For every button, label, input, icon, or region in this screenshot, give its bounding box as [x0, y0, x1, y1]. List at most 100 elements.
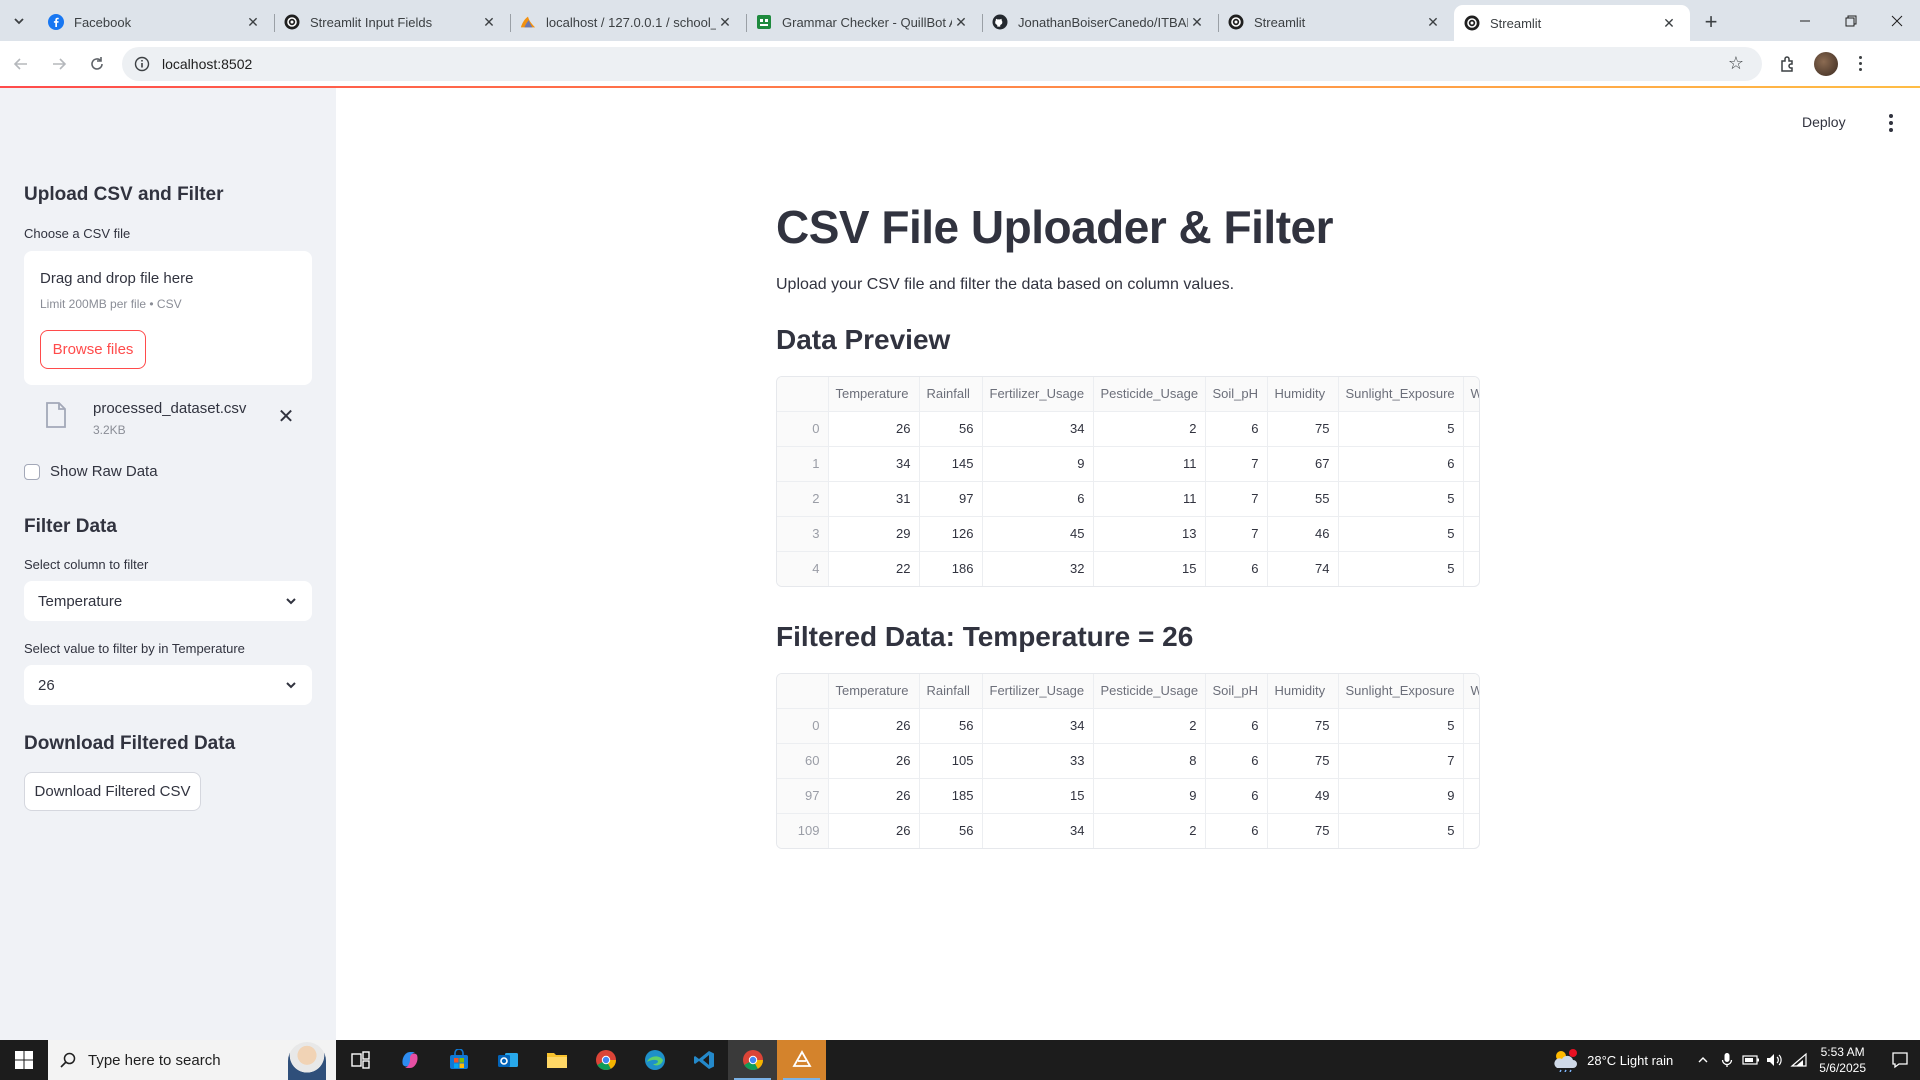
table-cell[interactable]: 26	[828, 813, 920, 848]
table-cell[interactable]: 34	[982, 411, 1094, 447]
table-cell[interactable]: 6	[982, 481, 1094, 517]
column-header[interactable]: Soil_pH	[1205, 674, 1268, 709]
table-cell[interactable]: 75	[1267, 813, 1339, 848]
table-cell[interactable]: 34	[828, 446, 920, 482]
table-cell[interactable]: 15	[982, 778, 1094, 814]
table-cell[interactable]: 6	[1205, 743, 1268, 779]
tab-streamlit[interactable]: Streamlit ✕	[1218, 5, 1454, 39]
app-menu-icon[interactable]	[1881, 114, 1901, 132]
battery-icon[interactable]	[1739, 1040, 1763, 1080]
column-header[interactable]: W	[1463, 377, 1479, 412]
vscode-icon[interactable]	[679, 1040, 728, 1080]
restore-icon[interactable]	[1828, 0, 1874, 41]
wifi-icon[interactable]	[1787, 1040, 1811, 1080]
table-cell[interactable]: 5	[1338, 411, 1464, 447]
table-cell[interactable]: 46	[1267, 516, 1339, 552]
column-header[interactable]: Soil_pH	[1205, 377, 1268, 412]
minimize-icon[interactable]	[1782, 0, 1828, 41]
table-cell[interactable]: 26	[828, 743, 920, 779]
close-icon[interactable]: ✕	[1188, 13, 1206, 31]
tab-search-button[interactable]	[0, 0, 38, 41]
table-cell[interactable]: 26	[828, 778, 920, 814]
volume-icon[interactable]	[1763, 1040, 1787, 1080]
tab-facebook[interactable]: Facebook ✕	[38, 5, 274, 39]
table-cell[interactable]	[1463, 481, 1479, 517]
table-cell[interactable]	[1463, 551, 1479, 586]
table-cell[interactable]: 15	[1093, 551, 1206, 586]
column-header[interactable]: Fertilizer_Usage	[982, 377, 1094, 412]
table-cell[interactable]: 55	[1267, 481, 1339, 517]
profile-avatar[interactable]	[1814, 51, 1838, 76]
tab-streamlit-input-fields[interactable]: Streamlit Input Fields ✕	[274, 5, 510, 39]
table-cell[interactable]: 6	[1205, 813, 1268, 848]
table-cell[interactable]: 56	[919, 813, 983, 848]
column-header[interactable]: W	[1463, 674, 1479, 709]
file-dropzone[interactable]: Drag and drop file here Limit 200MB per …	[24, 251, 312, 385]
table-cell[interactable]: 6	[1338, 446, 1464, 482]
close-icon[interactable]: ✕	[480, 13, 498, 31]
remove-file-icon[interactable]: ✕	[274, 404, 298, 428]
table-cell[interactable]: 5	[1338, 708, 1464, 744]
address-bar[interactable]: localhost:8502 ☆	[122, 46, 1762, 81]
table-cell[interactable]	[1463, 778, 1479, 814]
column-header[interactable]: Temperature	[828, 674, 920, 709]
table-cell[interactable]: 75	[1267, 708, 1339, 744]
column-header[interactable]: Sunlight_Exposure	[1338, 674, 1464, 709]
table-cell[interactable]: 186	[919, 551, 983, 586]
bookmark-star-icon[interactable]: ☆	[1728, 53, 1744, 74]
table-cell[interactable]: 9	[982, 446, 1094, 482]
table-cell[interactable]: 126	[919, 516, 983, 552]
close-icon[interactable]: ✕	[244, 13, 262, 31]
windows-start-icon[interactable]	[0, 1040, 48, 1080]
table-cell[interactable]: 26	[828, 708, 920, 744]
value-select[interactable]: 26	[24, 665, 312, 705]
table-cell[interactable]: 13	[1093, 516, 1206, 552]
task-view-icon[interactable]	[336, 1040, 385, 1080]
chrome-icon[interactable]	[581, 1040, 630, 1080]
microphone-icon[interactable]	[1715, 1040, 1739, 1080]
download-filtered-csv-button[interactable]: Download Filtered CSV	[24, 772, 201, 811]
chrome-running-icon[interactable]	[728, 1040, 777, 1080]
deploy-button[interactable]: Deploy	[1802, 114, 1846, 130]
table-cell[interactable]: 29	[828, 516, 920, 552]
table-cell[interactable]: 74	[1267, 551, 1339, 586]
table-cell[interactable]: 7	[1205, 516, 1268, 552]
column-header[interactable]: Pesticide_Usage	[1093, 377, 1206, 412]
table-cell[interactable]: 5	[1338, 551, 1464, 586]
show-raw-data-checkbox[interactable]: Show Raw Data	[24, 463, 158, 480]
table-cell[interactable]: 145	[919, 446, 983, 482]
table-cell[interactable]	[1463, 516, 1479, 552]
reload-icon[interactable]	[80, 47, 114, 81]
table-cell[interactable]	[1463, 411, 1479, 447]
weather-widget[interactable]: 28°C Light rain	[1551, 1048, 1673, 1072]
edge-icon[interactable]	[630, 1040, 679, 1080]
table-cell[interactable]: 5	[1338, 813, 1464, 848]
table-cell[interactable]: 34	[982, 708, 1094, 744]
column-header[interactable]: Sunlight_Exposure	[1338, 377, 1464, 412]
file-explorer-icon[interactable]	[532, 1040, 581, 1080]
table-cell[interactable]	[1463, 813, 1479, 848]
microsoft-store-icon[interactable]	[434, 1040, 483, 1080]
table-cell[interactable]: 5	[1338, 516, 1464, 552]
table-cell[interactable]: 11	[1093, 446, 1206, 482]
table-cell[interactable]: 6	[1205, 708, 1268, 744]
table-cell[interactable]: 7	[1205, 481, 1268, 517]
table-cell[interactable]: 97	[919, 481, 983, 517]
notification-center-icon[interactable]	[1880, 1040, 1920, 1080]
table-cell[interactable]: 56	[919, 708, 983, 744]
column-header[interactable]: Temperature	[828, 377, 920, 412]
table-cell[interactable]: 2	[1093, 813, 1206, 848]
extensions-icon[interactable]	[1774, 50, 1802, 78]
table-cell[interactable]: 2	[1093, 708, 1206, 744]
close-icon[interactable]: ✕	[1660, 14, 1678, 32]
column-header[interactable]: Humidity	[1267, 674, 1339, 709]
table-cell[interactable]: 5	[1338, 481, 1464, 517]
taskbar-search-box[interactable]: Type here to search	[48, 1040, 336, 1080]
column-select[interactable]: Temperature	[24, 581, 312, 621]
table-cell[interactable]: 34	[982, 813, 1094, 848]
filtered-data-table[interactable]: Temperature Rainfall Fertilizer_Usage Pe…	[776, 673, 1480, 849]
tab-streamlit-active[interactable]: Streamlit ✕	[1454, 5, 1690, 41]
azure-data-studio-icon[interactable]	[777, 1040, 826, 1080]
checkbox-box[interactable]	[24, 463, 40, 480]
table-cell[interactable]	[1463, 743, 1479, 779]
